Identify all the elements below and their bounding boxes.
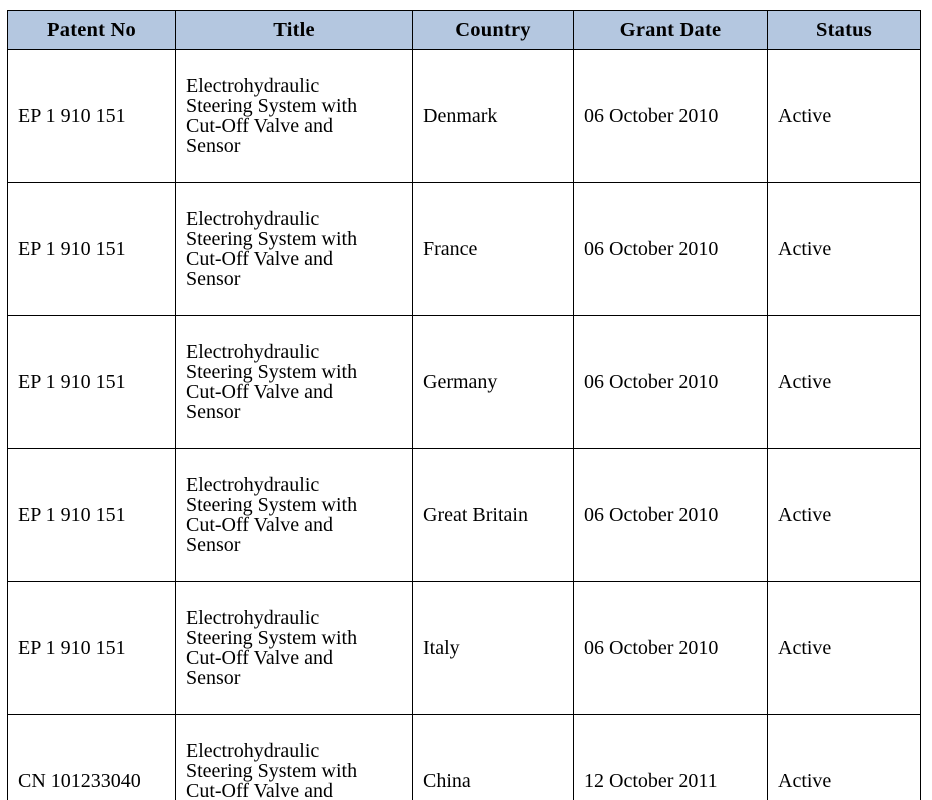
cell-grant-date: 12 October 2011 [573, 714, 768, 800]
table-row: EP 1 910 151 Electrohydraulic Steering S… [7, 182, 921, 316]
cell-title: Electrohydraulic Steering System with Cu… [175, 315, 413, 449]
cell-patent-no: EP 1 910 151 [7, 182, 176, 316]
cell-country: Italy [412, 581, 574, 715]
column-header-grant-date: Grant Date [573, 10, 768, 50]
cell-title-text: Electrohydraulic Steering System with Cu… [186, 75, 358, 157]
cell-title: Electrohydraulic Steering System with Cu… [175, 714, 413, 800]
cell-status: Active [767, 714, 921, 800]
cell-grant-date: 06 October 2010 [573, 182, 768, 316]
cell-country: France [412, 182, 574, 316]
cell-title-text: Electrohydraulic Steering System with Cu… [186, 208, 358, 290]
cell-status: Active [767, 581, 921, 715]
cell-patent-no: EP 1 910 151 [7, 448, 176, 582]
cell-status: Active [767, 448, 921, 582]
cell-status: Active [767, 182, 921, 316]
table-row: EP 1 910 151 Electrohydraulic Steering S… [7, 315, 921, 449]
cell-title: Electrohydraulic Steering System with Cu… [175, 448, 413, 582]
table-row: CN 101233040 Electrohydraulic Steering S… [7, 714, 921, 800]
column-header-country: Country [412, 10, 574, 50]
cell-grant-date: 06 October 2010 [573, 448, 768, 582]
cell-grant-date: 06 October 2010 [573, 315, 768, 449]
column-header-status: Status [767, 10, 921, 50]
cell-title: Electrohydraulic Steering System with Cu… [175, 182, 413, 316]
cell-title-text: Electrohydraulic Steering System with Cu… [186, 474, 358, 556]
cell-grant-date: 06 October 2010 [573, 49, 768, 183]
cell-title-text: Electrohydraulic Steering System with Cu… [186, 607, 358, 689]
patent-table-container: Patent No Title Country Grant Date Statu… [7, 10, 921, 800]
document-page: Patent No Title Country Grant Date Statu… [0, 0, 932, 800]
table-header-row: Patent No Title Country Grant Date Statu… [7, 10, 921, 50]
cell-patent-no: EP 1 910 151 [7, 315, 176, 449]
cell-title-text: Electrohydraulic Steering System with Cu… [186, 341, 358, 423]
cell-country: Denmark [412, 49, 574, 183]
cell-patent-no: CN 101233040 [7, 714, 176, 800]
column-header-title: Title [175, 10, 413, 50]
table-row: EP 1 910 151 Electrohydraulic Steering S… [7, 581, 921, 715]
table-row: EP 1 910 151 Electrohydraulic Steering S… [7, 49, 921, 183]
table-body: EP 1 910 151 Electrohydraulic Steering S… [7, 49, 921, 800]
cell-status: Active [767, 49, 921, 183]
cell-title: Electrohydraulic Steering System with Cu… [175, 581, 413, 715]
cell-title-text: Electrohydraulic Steering System with Cu… [186, 740, 358, 800]
patent-table: Patent No Title Country Grant Date Statu… [7, 10, 921, 800]
table-header: Patent No Title Country Grant Date Statu… [7, 10, 921, 50]
cell-patent-no: EP 1 910 151 [7, 581, 176, 715]
cell-status: Active [767, 315, 921, 449]
column-header-patent-no: Patent No [7, 10, 176, 50]
cell-country: China [412, 714, 574, 800]
table-row: EP 1 910 151 Electrohydraulic Steering S… [7, 448, 921, 582]
cell-patent-no: EP 1 910 151 [7, 49, 176, 183]
cell-grant-date: 06 October 2010 [573, 581, 768, 715]
cell-country: Germany [412, 315, 574, 449]
cell-title: Electrohydraulic Steering System with Cu… [175, 49, 413, 183]
cell-country: Great Britain [412, 448, 574, 582]
